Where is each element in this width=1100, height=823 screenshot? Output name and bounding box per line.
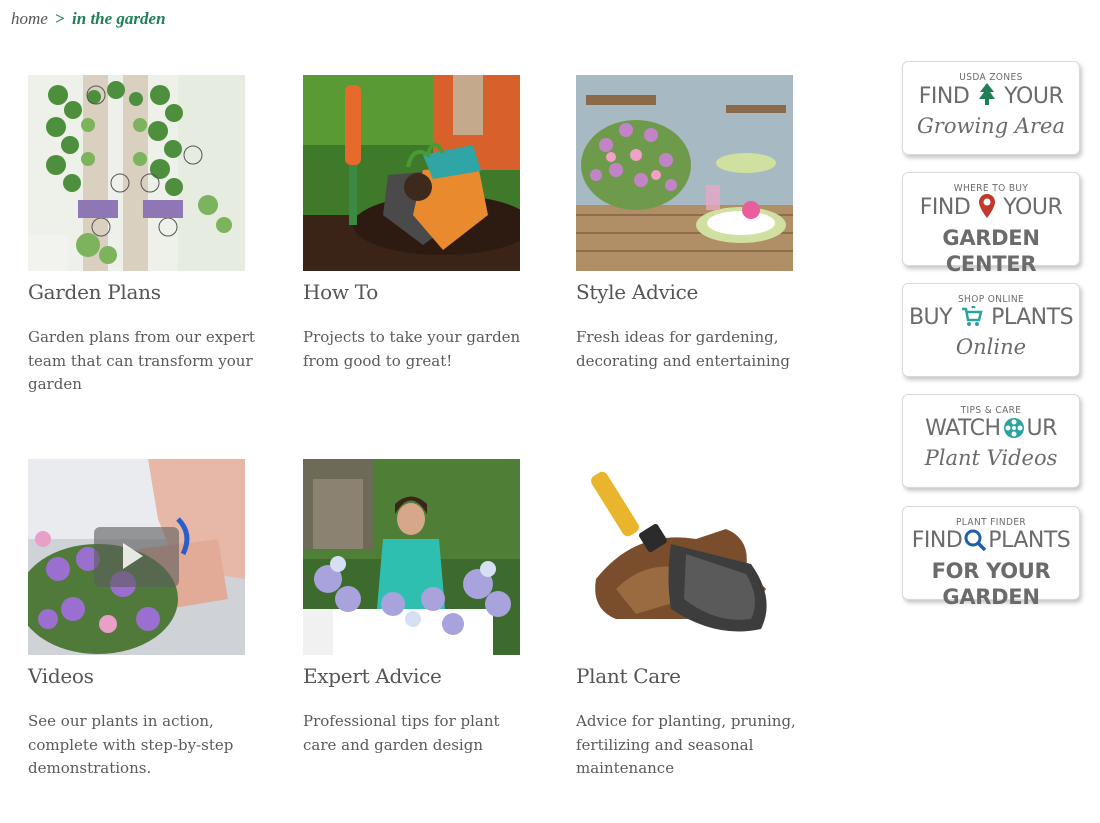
promo-line: WATCH — [925, 416, 1001, 441]
card-description: Advice for planting, pruning, fertilizin… — [576, 712, 796, 777]
promo-buy-plants-online[interactable]: SHOP ONLINE BUY PLANTS Online — [902, 283, 1080, 377]
card-title[interactable]: Expert Advice — [303, 664, 543, 688]
promo-line: FIND — [919, 195, 971, 220]
promo-line: FOR YOUR GARDEN — [931, 559, 1051, 609]
promo-line: YOUR — [1003, 195, 1063, 220]
promo-line: PLANTS — [991, 305, 1074, 330]
promo-watch-plant-videos[interactable]: TIPS & CARE WATCH UR Plant Videos — [902, 394, 1080, 488]
magnifier-icon — [964, 529, 987, 558]
card-title[interactable]: Plant Care — [576, 664, 816, 688]
card-description: See our plants in action, complete with … — [28, 712, 234, 777]
promo-line: UR — [1026, 416, 1058, 441]
promo-script: Online — [955, 335, 1027, 359]
promo-line: FIND — [918, 84, 970, 109]
promo-subtitle: USDA ZONES — [959, 72, 1023, 83]
promo-script: Growing Area — [917, 114, 1065, 138]
promo-subtitle: TIPS & CARE — [960, 405, 1022, 416]
card-title[interactable]: Garden Plans — [28, 280, 268, 304]
promo-subtitle: PLANT FINDER — [955, 517, 1027, 528]
card-plant-care[interactable]: Plant Care Advice for planting, pruning,… — [576, 459, 816, 781]
card-description: Garden plans from our expert team that c… — [28, 328, 255, 393]
promo-script: Plant Videos — [924, 446, 1058, 470]
promo-subtitle: SHOP ONLINE — [957, 294, 1025, 305]
promo-line: YOUR — [1004, 84, 1064, 109]
promo-line: PLANTS — [988, 528, 1071, 553]
breadcrumb: home > in the garden — [11, 9, 166, 29]
card-style-advice[interactable]: Style Advice Fresh ideas for gardening, … — [576, 75, 816, 373]
card-title[interactable]: Videos — [28, 664, 268, 688]
play-icon[interactable] — [123, 543, 143, 569]
card-title[interactable]: How To — [303, 280, 543, 304]
card-title[interactable]: Style Advice — [576, 280, 816, 304]
promo-plant-finder[interactable]: PLANT FINDER FIND PLANTS FOR YOUR GARDEN — [902, 506, 1080, 609]
garden-plan-image[interactable] — [28, 75, 245, 271]
card-description: Professional tips for plant care and gar… — [303, 712, 500, 754]
card-videos[interactable]: Videos See our plants in action, complet… — [28, 459, 268, 781]
card-garden-plans[interactable]: Garden Plans Garden plans from our exper… — [28, 75, 268, 397]
card-how-to[interactable]: How To Projects to take your garden from… — [303, 75, 543, 373]
trowel-gloves-image[interactable] — [576, 459, 793, 655]
planting-hands-image[interactable] — [303, 75, 520, 271]
expert-woman-image[interactable] — [303, 459, 520, 655]
table-flowers-image[interactable] — [576, 75, 793, 271]
map-pin-icon — [978, 194, 995, 225]
film-reel-icon — [1003, 417, 1025, 446]
promo-line: BUY — [908, 305, 953, 330]
breadcrumb-home-link[interactable]: home — [11, 9, 48, 28]
cart-icon — [961, 305, 983, 335]
tree-icon — [978, 83, 996, 114]
card-expert-advice[interactable]: Expert Advice Professional tips for plan… — [303, 459, 543, 757]
breadcrumb-separator: > — [55, 9, 65, 28]
card-description: Projects to take your garden from good t… — [303, 328, 521, 370]
promo-subtitle: WHERE TO BUY — [953, 183, 1029, 194]
promo-find-garden-center[interactable]: WHERE TO BUY FIND YOUR GARDEN CENTER — [902, 172, 1080, 276]
promo-find-growing-area[interactable]: USDA ZONES FIND YOUR Growing Area — [902, 61, 1080, 155]
promo-line: FIND — [911, 528, 963, 553]
breadcrumb-current: in the garden — [72, 9, 166, 28]
promo-line: GARDEN CENTER — [942, 226, 1040, 276]
card-description: Fresh ideas for gardening, decorating an… — [576, 328, 790, 370]
